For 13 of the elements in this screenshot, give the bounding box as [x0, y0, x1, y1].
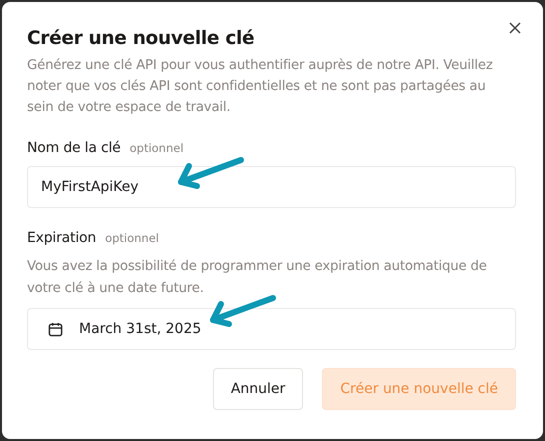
optional-hint: optionnel: [130, 141, 184, 155]
field-label: Nom de la clé: [27, 140, 121, 156]
optional-hint: optionnel: [105, 231, 159, 245]
cancel-button[interactable]: Annuler: [212, 368, 304, 410]
field-label: Expiration: [27, 230, 96, 246]
arrow-icon: [207, 294, 277, 328]
date-picker-field[interactable]: March 31st, 2025: [27, 308, 516, 350]
dialog-title: Créer une nouvelle clé: [27, 28, 256, 49]
input-field[interactable]: MyFirstApiKey: [27, 166, 516, 208]
help-text: Vous avez la possibilité de programmer une expiration automatique de votre clé à une date future.: [27, 258, 488, 298]
calendar-icon: [48, 322, 63, 336]
arrow-icon: [175, 156, 245, 190]
dialog-description: Générez une clé API pour vous authentifier auprès de notre API. Veuillez noter que vos clés API sont confidentielles et ne sont pas partagées au sein de votre espace de travail.: [27, 57, 494, 117]
